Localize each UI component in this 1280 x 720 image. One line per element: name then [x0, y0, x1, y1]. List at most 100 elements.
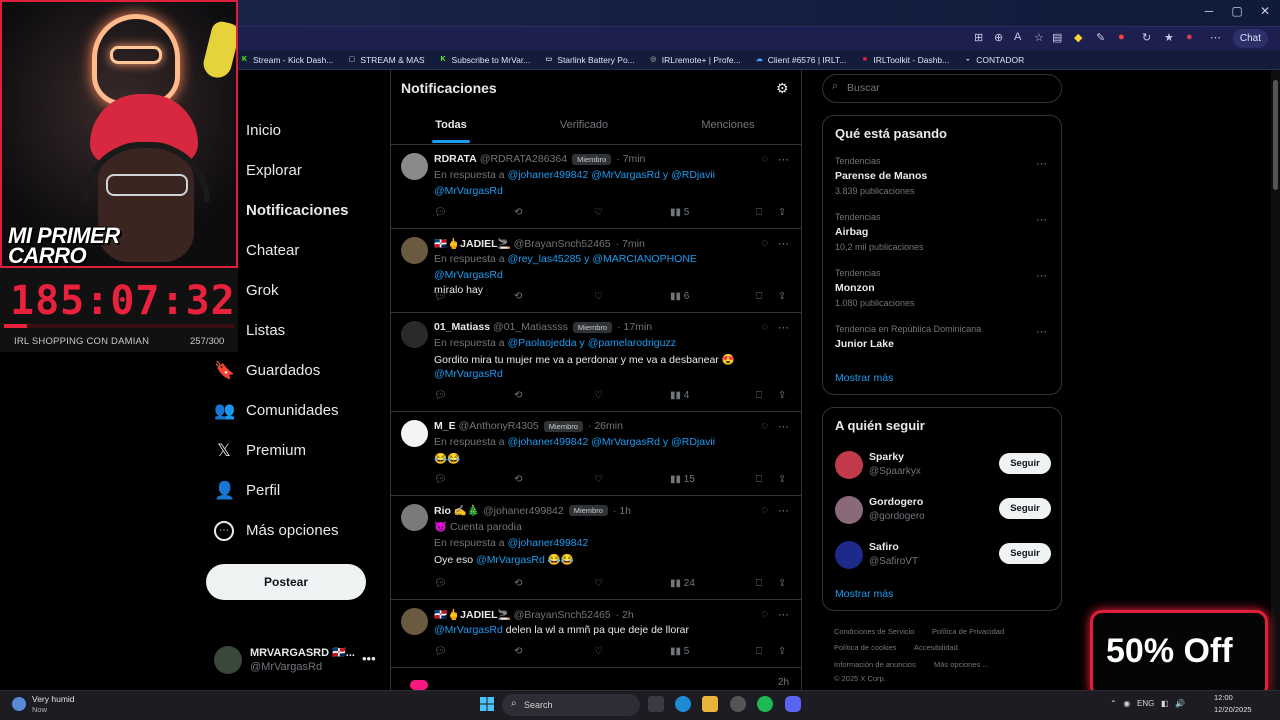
- footer-link[interactable]: Política de cookies: [834, 643, 897, 652]
- more-icon[interactable]: ⋯: [1036, 269, 1047, 282]
- like-icon[interactable]: ♡: [594, 390, 670, 401]
- like-icon[interactable]: ♡: [594, 474, 670, 485]
- favorite-icon[interactable]: ☆: [1034, 31, 1044, 44]
- post-author[interactable]: 01_Matiass: [434, 321, 490, 333]
- reply-mentions[interactable]: @johaner499842: [508, 537, 589, 549]
- share-icon[interactable]: ⇪: [778, 646, 786, 657]
- post-author[interactable]: Rio ✍️🎄: [434, 504, 480, 517]
- grok-icon[interactable]: ◌: [761, 237, 768, 250]
- avatar[interactable]: [835, 541, 863, 569]
- tab-menciones[interactable]: Menciones: [696, 119, 760, 131]
- avatar[interactable]: [835, 496, 863, 524]
- post-text-part[interactable]: @MrVargasRd: [434, 269, 503, 281]
- sidebar-item-guardados[interactable]: Guardados: [246, 362, 320, 379]
- extension-icon[interactable]: ◆: [1074, 31, 1082, 44]
- reply-icon[interactable]: 💬︎: [434, 390, 514, 401]
- weather-icon[interactable]: [12, 697, 26, 711]
- post-time[interactable]: · 17min: [617, 321, 652, 333]
- bookmark-item[interactable]: ◎ IRLremote+ | Profe...: [649, 55, 741, 65]
- account-handle[interactable]: @MrVargasRd: [250, 661, 322, 673]
- share-icon[interactable]: ⇪: [778, 291, 786, 302]
- app-icon[interactable]: [730, 696, 746, 712]
- reply-icon[interactable]: 💬︎: [434, 578, 514, 589]
- suggestion-name[interactable]: Safiro: [869, 541, 899, 553]
- tab-todas[interactable]: Todas: [426, 119, 476, 131]
- post-author[interactable]: 🇩🇴🖕JADIEL🚬: [434, 608, 511, 621]
- like-icon[interactable]: ♡: [594, 646, 670, 657]
- repost-icon[interactable]: ⟲: [514, 390, 594, 401]
- post-handle[interactable]: @BrayanSnch52465: [514, 609, 611, 621]
- read-aloud-icon[interactable]: A: [1014, 31, 1021, 43]
- avatar[interactable]: [401, 321, 428, 348]
- close-icon[interactable]: ✕: [1250, 4, 1280, 18]
- views-icon[interactable]: ▮▮ 5: [670, 207, 756, 218]
- account-name[interactable]: MRVARGASRD 🇩🇴...: [250, 646, 355, 659]
- more-icon[interactable]: ⋯: [1036, 325, 1047, 338]
- post-handle[interactable]: @RDRATA286364: [480, 153, 567, 165]
- notification-post[interactable]: 01_Matiass @01_Matiassss Miembro · 17min ◌ ⋯ E…: [391, 313, 801, 412]
- grok-icon[interactable]: ◌: [761, 608, 768, 621]
- sidebar-item-notificaciones[interactable]: Notificaciones: [246, 202, 349, 219]
- more-icon[interactable]: ⋯: [1036, 213, 1047, 226]
- bookmark-icon[interactable]: ⎕: [756, 390, 778, 401]
- bookmark-item[interactable]: ■ IRLToolkit - Dashb...: [860, 55, 950, 65]
- sidebar-item-premium[interactable]: Premium: [246, 442, 306, 459]
- sidebar-item-grok[interactable]: Grok: [246, 282, 279, 299]
- footer-link[interactable]: Accesibilidad: [914, 643, 958, 652]
- sidebar-item-inicio[interactable]: Inicio: [246, 122, 281, 139]
- notification-post[interactable]: Rio ✍️🎄 @johaner499842 Miembro · 1h ◌ ⋯ 😈 Cuen…: [391, 496, 801, 600]
- search-input[interactable]: Buscar: [822, 74, 1062, 103]
- clock-date[interactable]: 12/20/2025: [1214, 705, 1252, 714]
- notification-post[interactable]: M_E @AnthonyR4305 Miembro · 26min ◌ ⋯ En respu…: [391, 412, 801, 496]
- profile-avatar-icon[interactable]: ●: [1186, 31, 1193, 43]
- bookmark-icon[interactable]: ⎕: [756, 207, 778, 218]
- follow-button[interactable]: Seguir: [999, 453, 1051, 474]
- bookmark-icon[interactable]: ⎕: [756, 474, 778, 485]
- footer-link[interactable]: Más opciones ...: [934, 660, 989, 669]
- app-icon[interactable]: ⊞: [974, 31, 983, 44]
- sidebar-item-comunidades[interactable]: Comunidades: [246, 402, 339, 419]
- more-icon[interactable]: ⋯: [778, 420, 789, 433]
- reply-icon[interactable]: 💬︎: [434, 291, 514, 302]
- repost-icon[interactable]: ⟲: [514, 646, 594, 657]
- post-text-part[interactable]: @MrVargasRd: [434, 185, 503, 197]
- bookmark-item[interactable]: ☁ Client #6576 | IRLT...: [755, 55, 847, 65]
- reply-icon[interactable]: 💬︎: [434, 646, 514, 657]
- avatar[interactable]: [401, 504, 428, 531]
- repost-icon[interactable]: ⟲: [514, 291, 594, 302]
- share-icon[interactable]: ⇪: [778, 578, 786, 589]
- sidebar-item-listas[interactable]: Listas: [246, 322, 285, 339]
- file-explorer-icon[interactable]: [702, 696, 718, 712]
- suggestion-handle[interactable]: @Spaarkyx: [869, 466, 921, 477]
- follow-button[interactable]: Seguir: [999, 543, 1051, 564]
- grok-icon[interactable]: ◌: [761, 153, 768, 166]
- more-icon[interactable]: ⋯: [1210, 31, 1221, 44]
- tab-strip[interactable]: [238, 0, 1280, 26]
- sidebar-item-más-opciones[interactable]: Más opciones: [246, 522, 339, 539]
- views-icon[interactable]: ▮▮ 15: [670, 474, 756, 485]
- grok-icon[interactable]: ◌: [761, 504, 768, 517]
- tab-verificado[interactable]: Verificado: [550, 119, 618, 131]
- favorites-icon[interactable]: ★: [1164, 31, 1174, 44]
- refresh-icon[interactable]: ↻: [1142, 31, 1151, 44]
- views-icon[interactable]: ▮▮ 6: [670, 291, 756, 302]
- reply-mentions[interactable]: @johaner499842 @MrVargasRd y @RDjavii: [508, 169, 715, 181]
- avatar[interactable]: [401, 608, 428, 635]
- suggestion-name[interactable]: Gordogero: [869, 496, 923, 508]
- repost-icon[interactable]: ⟲: [514, 578, 594, 589]
- follow-button[interactable]: Seguir: [999, 498, 1051, 519]
- avatar[interactable]: [401, 153, 428, 180]
- minimize-icon[interactable]: ─: [1194, 4, 1224, 18]
- reply-icon[interactable]: 💬︎: [434, 474, 514, 485]
- show-more-link[interactable]: Mostrar más: [835, 588, 893, 600]
- post-handle[interactable]: @AnthonyR4305: [459, 420, 539, 432]
- scrollbar-thumb[interactable]: [1273, 80, 1278, 190]
- views-icon[interactable]: ▮▮ 5: [670, 646, 756, 657]
- repost-icon[interactable]: ⟲: [514, 207, 594, 218]
- avatar[interactable]: [401, 237, 428, 264]
- maximize-icon[interactable]: ▢: [1222, 4, 1252, 18]
- footer-link[interactable]: Condiciones de Servicio: [834, 627, 914, 636]
- sidebar-item-perfil[interactable]: Perfil: [246, 482, 280, 499]
- repost-icon[interactable]: ⟲: [514, 474, 594, 485]
- more-icon[interactable]: •••: [362, 651, 376, 666]
